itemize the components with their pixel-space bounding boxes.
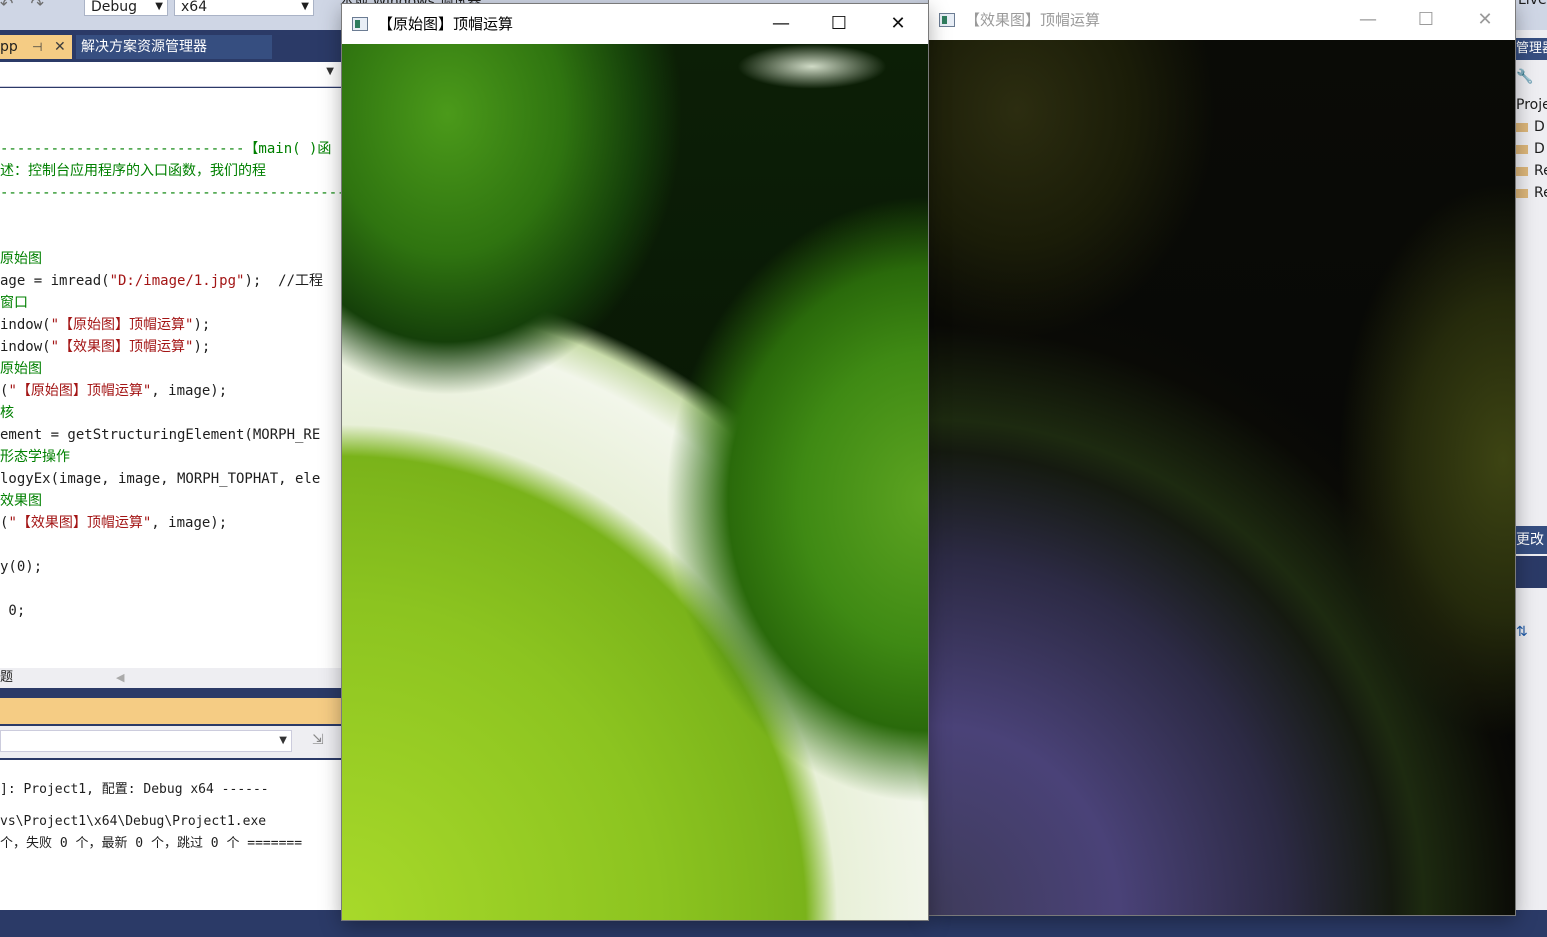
folder-label: D	[1534, 119, 1545, 135]
configuration-value: Debug	[91, 0, 138, 15]
code-line: logyEx(image, image, MORPH_TOPHAT, ele	[0, 471, 321, 487]
solution-explorer-title: 管理器	[1516, 38, 1547, 60]
window-titlebar[interactable]: 【效果图】顶帽运算 — ☐ ✕	[929, 0, 1515, 40]
specular-highlight	[737, 44, 887, 89]
output-line: ]: Project1, 配置: Debug x64 ------	[0, 782, 269, 797]
chevron-down-icon: ▼	[155, 1, 163, 12]
code-line: ement = getStructuringElement(MORPH_RE	[0, 427, 321, 443]
code-line: age = imread("D:/image/1.jpg"); //工程	[0, 270, 323, 292]
pin-icon[interactable]: ⊣	[32, 35, 42, 59]
code-line: ("【原始图】顶帽运算", image);	[0, 380, 227, 402]
folder-node[interactable]: D	[1516, 116, 1547, 138]
nav-arrows-icon[interactable]: ↶ ↷	[0, 0, 60, 13]
code-token: age = imread(	[0, 273, 110, 289]
output-line: vs\Project1\x64\Debug\Project1.exe	[0, 814, 267, 829]
tab-source-file[interactable]: pp ⊣ ✕	[0, 35, 72, 59]
minimize-button[interactable]: —	[1339, 0, 1397, 40]
code-token: );	[193, 317, 211, 333]
chevron-down-icon: ▼	[301, 1, 309, 12]
folder-icon	[1516, 166, 1528, 176]
platform-dropdown[interactable]: x64 ▼	[174, 0, 314, 16]
window-title: 【原始图】顶帽运算	[378, 15, 514, 33]
minimize-button[interactable]: —	[752, 4, 810, 44]
code-line: 核	[0, 405, 14, 421]
app-icon	[939, 13, 955, 27]
tophat-result-image	[929, 40, 1515, 915]
code-line: 原始图	[0, 361, 42, 377]
code-line: 原始图	[0, 251, 42, 267]
original-image-window[interactable]: 【原始图】顶帽运算 — ☐ ✕	[342, 4, 928, 920]
string-literal: "D:/image/1.jpg"	[109, 273, 245, 289]
code-line: -----------------------------【main( )函	[0, 141, 332, 157]
code-token: , image);	[151, 515, 228, 531]
code-editor[interactable]: -----------------------------【main( )函 述：…	[0, 88, 354, 668]
code-line: 窗口	[0, 295, 28, 311]
chevron-down-icon: ▼	[279, 735, 287, 746]
panel-separator	[1516, 556, 1547, 588]
window-title: 【效果图】顶帽运算	[965, 11, 1101, 29]
code-line: 形态学操作	[0, 449, 70, 465]
code-token: indow(	[0, 339, 51, 355]
platform-value: x64	[181, 0, 208, 15]
code-line: 述：控制台应用程序的入口函数，我们的程	[0, 163, 266, 179]
folder-icon	[1516, 188, 1528, 198]
folder-node[interactable]: Re	[1516, 160, 1547, 182]
tab-source-file-label: pp	[0, 39, 18, 55]
close-icon[interactable]: ✕	[54, 35, 66, 59]
effect-image-window[interactable]: 【效果图】顶帽运算 — ☐ ✕	[929, 0, 1515, 915]
string-literal: "【原始图】顶帽运算"	[8, 383, 152, 399]
folder-label: D	[1534, 141, 1545, 157]
code-line: indow("【效果图】顶帽运算");	[0, 336, 210, 358]
close-button[interactable]: ✕	[1456, 0, 1514, 40]
output-line: 个，失败 0 个，最新 0 个，跳过 0 个 =======	[0, 836, 303, 851]
app-icon	[352, 17, 368, 31]
git-changes-tab[interactable]: 更改	[1516, 526, 1547, 554]
folder-icon	[1516, 144, 1528, 154]
code-token: , image);	[151, 383, 228, 399]
maximize-button[interactable]: ☐	[1397, 0, 1455, 40]
project-node[interactable]: Proje	[1516, 94, 1547, 116]
window-titlebar[interactable]: 【原始图】顶帽运算 — ☐ ✕	[342, 4, 928, 44]
code-token: indow(	[0, 317, 51, 333]
editor-status-bar: 题 ◀	[0, 668, 342, 688]
wrench-icon[interactable]: 🔧	[1516, 66, 1547, 88]
output-source-dropdown[interactable]: ▼	[0, 730, 292, 752]
folder-label: Re	[1534, 163, 1547, 179]
scroll-left-icon[interactable]: ◀	[116, 668, 124, 688]
configuration-dropdown[interactable]: Debug ▼	[84, 0, 168, 16]
lime-photo-image	[342, 44, 928, 920]
string-literal: "【原始图】顶帽运算"	[50, 317, 194, 333]
close-button[interactable]: ✕	[869, 4, 927, 44]
code-line: ----------------------------------------…	[0, 185, 355, 201]
code-line: indow("【原始图】顶帽运算");	[0, 314, 210, 336]
chevron-down-icon: ▼	[326, 66, 334, 77]
folder-icon	[1516, 122, 1528, 132]
folder-node[interactable]: Re	[1516, 182, 1547, 204]
editor-navigation-bar[interactable]: ▼	[0, 62, 342, 87]
clear-output-icon[interactable]: ⇲	[312, 732, 330, 750]
tab-solution-explorer[interactable]: 解决方案资源管理器	[76, 35, 272, 59]
string-literal: "【效果图】顶帽运算"	[8, 515, 152, 531]
sort-icon[interactable]: ⇅	[1516, 624, 1547, 646]
code-token: );	[193, 339, 211, 355]
string-literal: "【效果图】顶帽运算"	[50, 339, 194, 355]
output-panel-header	[0, 698, 342, 724]
code-line: ("【效果图】顶帽运算", image);	[0, 512, 227, 534]
issues-label: 题	[0, 670, 14, 685]
code-line: 效果图	[0, 493, 42, 509]
live-share-button[interactable]: Live	[1518, 0, 1547, 8]
folder-node[interactable]: D	[1516, 138, 1547, 160]
output-panel: ]: Project1, 配置: Debug x64 ------ vs\Proj…	[0, 760, 342, 910]
code-line: y(0);	[0, 559, 43, 575]
folder-label: Re	[1534, 185, 1547, 201]
code-line: 0;	[0, 603, 26, 619]
maximize-button[interactable]: ☐	[810, 4, 868, 44]
code-token: ); //工程	[244, 273, 324, 289]
